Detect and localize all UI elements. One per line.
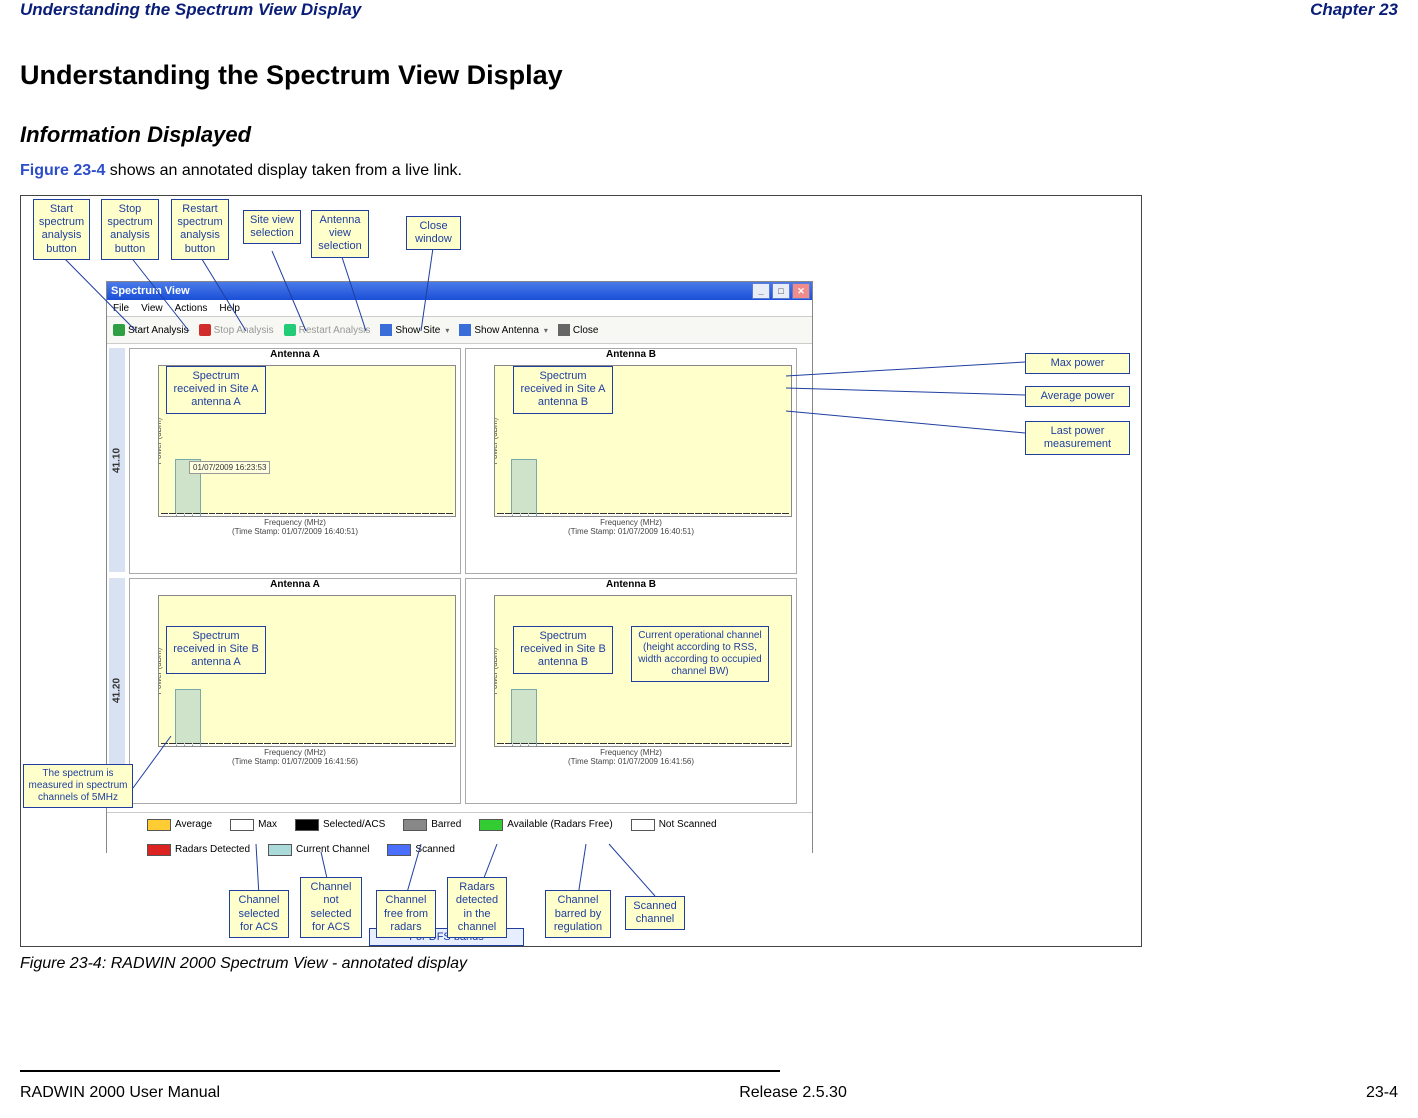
section-title: Information Displayed (20, 122, 251, 148)
callout-current-channel: Current operational channel (height acco… (631, 626, 769, 682)
callout-channel-selected-acs: Channel selected for ACS (229, 890, 289, 938)
chart-title: Antenna A (130, 349, 460, 363)
window-title: Spectrum View (111, 285, 190, 297)
figure-23-4: Start spectrum analysis button Stop spec… (20, 195, 1142, 947)
callout-channel-barred: Channel barred by regulation (545, 890, 611, 938)
callout-average-power: Average power (1025, 386, 1130, 407)
footer-left: RADWIN 2000 User Manual (20, 1084, 220, 1102)
page-title: Understanding the Spectrum View Display (20, 60, 563, 91)
callout-radars-detected: Radars detected in the channel (447, 877, 507, 938)
intro-text: shows an annotated display taken from a … (105, 162, 462, 179)
x-axis-label: Frequency (MHz)(Time Stamp: 01/07/2009 1… (130, 749, 460, 767)
chart-siteB-antA: Antenna A Power (dBm) -45-50-55-60-65-70… (129, 578, 461, 804)
x-axis-label: Frequency (MHz)(Time Stamp: 01/07/2009 1… (466, 749, 796, 767)
callout-siteB-antB: Spectrum received in Site B antenna B (513, 626, 613, 674)
window-titlebar[interactable]: Spectrum View _ □ ✕ (107, 282, 812, 300)
legend-max: Max (230, 819, 277, 831)
callout-start-button: Start spectrum analysis button (33, 199, 90, 260)
figure-caption: Figure 23-4: RADWIN 2000 Spectrum View -… (20, 955, 467, 973)
legend-scanned: Scanned (387, 844, 454, 856)
intro-paragraph: Figure 23-4 shows an annotated display t… (20, 162, 462, 180)
menu-bar[interactable]: File View Actions Help (107, 300, 812, 317)
stop-analysis-button[interactable]: Stop Analysis (199, 324, 274, 336)
legend: Average Max Selected/ACS Barred Availabl… (107, 812, 812, 861)
toolbar: Start Analysis Stop Analysis Restart Ana… (107, 317, 812, 344)
figure-reference[interactable]: Figure 23-4 (20, 162, 105, 179)
play-icon (113, 324, 125, 336)
callout-last-power: Last power measurement (1025, 421, 1130, 455)
running-header-left: Understanding the Spectrum View Display (20, 0, 361, 20)
callout-max-power: Max power (1025, 353, 1130, 374)
x-axis-label: Frequency (MHz)(Time Stamp: 01/07/2009 1… (130, 519, 460, 537)
legend-radars-detected: Radars Detected (147, 844, 250, 856)
show-site-dropdown[interactable]: Show Site (380, 324, 449, 336)
footer-center: Release 2.5.30 (739, 1084, 847, 1102)
site-icon (380, 324, 392, 336)
restart-analysis-button[interactable]: Restart Analysis (284, 324, 371, 336)
chart-title: Antenna B (466, 349, 796, 363)
legend-current-channel: Current Channel (268, 844, 369, 856)
stop-icon (199, 324, 211, 336)
hover-timestamp: 01/07/2009 16:23:53 (189, 461, 270, 474)
callout-5mhz-channels: The spectrum is measured in spectrum cha… (23, 764, 133, 808)
callout-siteB-antA: Spectrum received in Site B antenna A (166, 626, 266, 674)
close-button[interactable]: Close (558, 324, 599, 336)
footer-right: 23-4 (1366, 1084, 1398, 1102)
callout-channel-free: Channel free from radars (376, 890, 436, 938)
callout-channel-not-acs: Channel not selected for ACS (300, 877, 362, 938)
callout-siteA-antB: Spectrum received in Site A antenna B (513, 366, 613, 414)
antenna-icon (459, 324, 471, 336)
legend-selected-acs: Selected/ACS (295, 819, 385, 831)
maximize-icon[interactable]: □ (772, 283, 790, 299)
chart-title: Antenna B (466, 579, 796, 593)
menu-actions[interactable]: Actions (175, 303, 208, 314)
start-analysis-button[interactable]: Start Analysis (113, 324, 189, 336)
callout-close-window: Close window (406, 216, 461, 250)
restart-icon (284, 324, 296, 336)
callout-site-view: Site view selection (243, 210, 301, 244)
menu-help[interactable]: Help (219, 303, 240, 314)
show-antenna-dropdown[interactable]: Show Antenna (459, 324, 548, 336)
menu-file[interactable]: File (113, 303, 129, 314)
callout-scanned-channel: Scanned channel (625, 896, 685, 930)
minimize-icon[interactable]: _ (752, 283, 770, 299)
running-header-right: Chapter 23 (1310, 0, 1398, 20)
footer-rule (20, 1070, 780, 1072)
callout-antenna-view: Antenna view selection (311, 210, 369, 258)
legend-average: Average (147, 819, 212, 831)
legend-available: Available (Radars Free) (479, 819, 612, 831)
chart-grid: 41.10 41.20 Antenna A Power (dBm) -45-50… (107, 344, 812, 812)
chart-siteB-antB: Antenna B Power (dBm) -45-50-55-60-65-70… (465, 578, 797, 804)
legend-barred: Barred (403, 819, 461, 831)
callout-siteA-antA: Spectrum received in Site A antenna A (166, 366, 266, 414)
close-door-icon (558, 324, 570, 336)
callout-stop-button: Stop spectrum analysis button (101, 199, 159, 260)
chart-title: Antenna A (130, 579, 460, 593)
callout-restart-button: Restart spectrum analysis button (171, 199, 229, 260)
menu-view[interactable]: View (141, 303, 163, 314)
row-label-siteA: 41.10 (109, 348, 125, 572)
close-icon[interactable]: ✕ (792, 283, 810, 299)
x-axis-label: Frequency (MHz)(Time Stamp: 01/07/2009 1… (466, 519, 796, 537)
legend-not-scanned: Not Scanned (631, 819, 717, 831)
